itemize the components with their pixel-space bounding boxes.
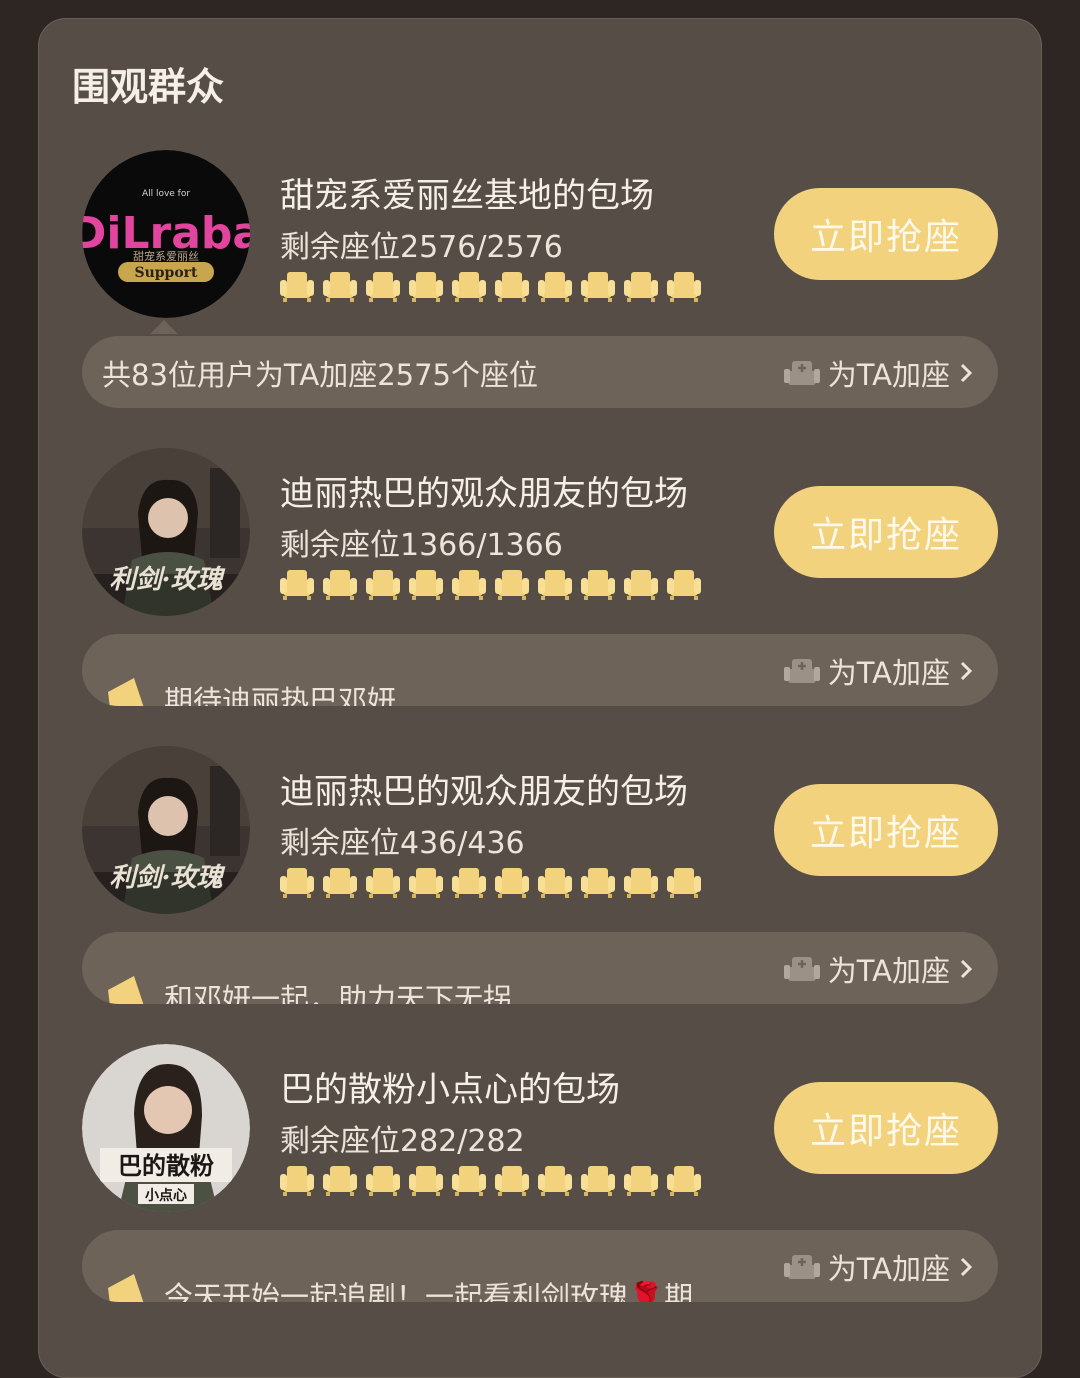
add-seat-link[interactable]: 为TA加座 xyxy=(783,1246,974,1288)
add-seat-bar[interactable]: 期待迪丽热巴邓妍 为TA加座 xyxy=(82,634,998,706)
seat-icon xyxy=(452,1162,486,1196)
seat-icon xyxy=(452,566,486,600)
seat-icon xyxy=(495,864,529,898)
svg-text:巴的散粉: 巴的散粉 xyxy=(118,1151,214,1180)
add-seat-bar[interactable]: 今天开始一起追剧！一起看利剑玫瑰🌹期... 为TA加座 xyxy=(82,1230,998,1302)
bubble-pointer xyxy=(150,320,178,334)
seat-icon xyxy=(538,864,572,898)
seat-icon xyxy=(581,268,615,302)
seat-icon xyxy=(323,268,357,302)
megaphone-icon xyxy=(108,976,144,1004)
seat-icon xyxy=(323,566,357,600)
room-name: 巴的散粉小点心的包场 xyxy=(280,1070,620,1110)
seat-icon xyxy=(409,566,443,600)
seat-icon xyxy=(538,268,572,302)
seats-remaining: 剩余座位2576/2576 xyxy=(280,230,563,265)
seat-icon xyxy=(667,268,701,302)
add-seat-icon xyxy=(783,1251,820,1283)
seat-icons xyxy=(280,268,701,302)
add-seat-label: 为TA加座 xyxy=(827,954,950,988)
seat-icon xyxy=(280,268,314,302)
panel-title: 围观群众 xyxy=(72,65,225,109)
seat-summary: 共83位用户为TA加座2575个座位 xyxy=(102,358,539,392)
grab-seat-button[interactable]: 立即抢座 xyxy=(774,1082,998,1174)
svg-text:利剑·玫瑰: 利剑·玫瑰 xyxy=(109,565,225,595)
seat-icon xyxy=(538,1162,572,1196)
seat-icon xyxy=(280,864,314,898)
avatar[interactable]: 利剑·玫瑰 xyxy=(82,746,250,914)
seat-icon xyxy=(366,1162,400,1196)
add-seat-bar[interactable]: 和邓妍一起，助力天下无拐 为TA加座 xyxy=(82,932,998,1004)
seat-icon xyxy=(581,566,615,600)
seat-icon xyxy=(624,1162,658,1196)
seat-icon xyxy=(495,1162,529,1196)
seats-remaining: 剩余座位1366/1366 xyxy=(280,528,563,563)
seat-icons xyxy=(280,566,701,600)
add-seat-icon xyxy=(783,655,820,687)
add-seat-bar[interactable]: 共83位用户为TA加座2575个座位 为TA加座 xyxy=(82,336,998,408)
seat-icon xyxy=(624,268,658,302)
grab-seat-button[interactable]: 立即抢座 xyxy=(774,784,998,876)
svg-text:All love for: All love for xyxy=(142,189,190,199)
seat-icon xyxy=(366,864,400,898)
seat-icon xyxy=(452,864,486,898)
seat-icon xyxy=(280,566,314,600)
seat-icon xyxy=(667,566,701,600)
seat-icons xyxy=(280,864,701,898)
seat-icon xyxy=(667,864,701,898)
viewers-panel: 围观群众 All love for DiLraba 甜宠系爱丽丝 Support… xyxy=(38,18,1042,1378)
bullet-message: 期待迪丽热巴邓妍 xyxy=(164,684,397,706)
add-seat-link[interactable]: 为TA加座 xyxy=(783,352,974,394)
grab-seat-button[interactable]: 立即抢座 xyxy=(774,188,998,280)
seat-icon xyxy=(452,268,486,302)
add-seat-link[interactable]: 为TA加座 xyxy=(783,948,974,990)
seat-icon xyxy=(581,864,615,898)
seat-icon xyxy=(409,268,443,302)
seats-remaining: 剩余座位282/282 xyxy=(280,1124,525,1159)
avatar[interactable]: 利剑·玫瑰 xyxy=(82,448,250,616)
megaphone-icon xyxy=(108,1274,144,1302)
seat-icon xyxy=(495,566,529,600)
bullet-message: 今天开始一起追剧！一起看利剑玫瑰🌹期... xyxy=(164,1280,721,1302)
seat-icons xyxy=(280,1162,701,1196)
seat-icon xyxy=(624,864,658,898)
add-seat-icon xyxy=(783,953,820,985)
room-name: 甜宠系爱丽丝基地的包场 xyxy=(280,176,654,216)
add-seat-label: 为TA加座 xyxy=(827,656,950,690)
svg-text:利剑·玫瑰: 利剑·玫瑰 xyxy=(109,863,225,893)
chevron-right-icon xyxy=(958,659,974,683)
avatar[interactable]: All love for DiLraba 甜宠系爱丽丝 Support xyxy=(82,150,250,318)
seat-icon xyxy=(495,268,529,302)
grab-seat-button[interactable]: 立即抢座 xyxy=(774,486,998,578)
seat-icon xyxy=(538,566,572,600)
add-seat-link[interactable]: 为TA加座 xyxy=(783,650,974,692)
room-name: 迪丽热巴的观众朋友的包场 xyxy=(280,772,688,812)
avatar[interactable]: 巴的散粉 小点心 xyxy=(82,1044,250,1212)
chevron-right-icon xyxy=(958,361,974,385)
add-seat-label: 为TA加座 xyxy=(827,358,950,392)
seat-icon xyxy=(409,1162,443,1196)
seats-remaining: 剩余座位436/436 xyxy=(280,826,525,861)
bullet-message: 和邓妍一起，助力天下无拐 xyxy=(164,982,513,1004)
chevron-right-icon xyxy=(958,1255,974,1279)
svg-text:小点心: 小点心 xyxy=(145,1187,187,1204)
svg-text:Support: Support xyxy=(134,265,198,281)
add-seat-label: 为TA加座 xyxy=(827,1252,950,1286)
seat-icon xyxy=(624,566,658,600)
svg-text:甜宠系爱丽丝: 甜宠系爱丽丝 xyxy=(133,249,199,263)
room-name: 迪丽热巴的观众朋友的包场 xyxy=(280,474,688,514)
seat-icon xyxy=(366,268,400,302)
seat-icon xyxy=(323,864,357,898)
megaphone-icon xyxy=(108,678,144,706)
seat-icon xyxy=(323,1162,357,1196)
seat-icon xyxy=(409,864,443,898)
seat-icon xyxy=(366,566,400,600)
seat-icon xyxy=(667,1162,701,1196)
chevron-right-icon xyxy=(958,957,974,981)
seat-icon xyxy=(280,1162,314,1196)
seat-icon xyxy=(581,1162,615,1196)
add-seat-icon xyxy=(783,357,820,389)
